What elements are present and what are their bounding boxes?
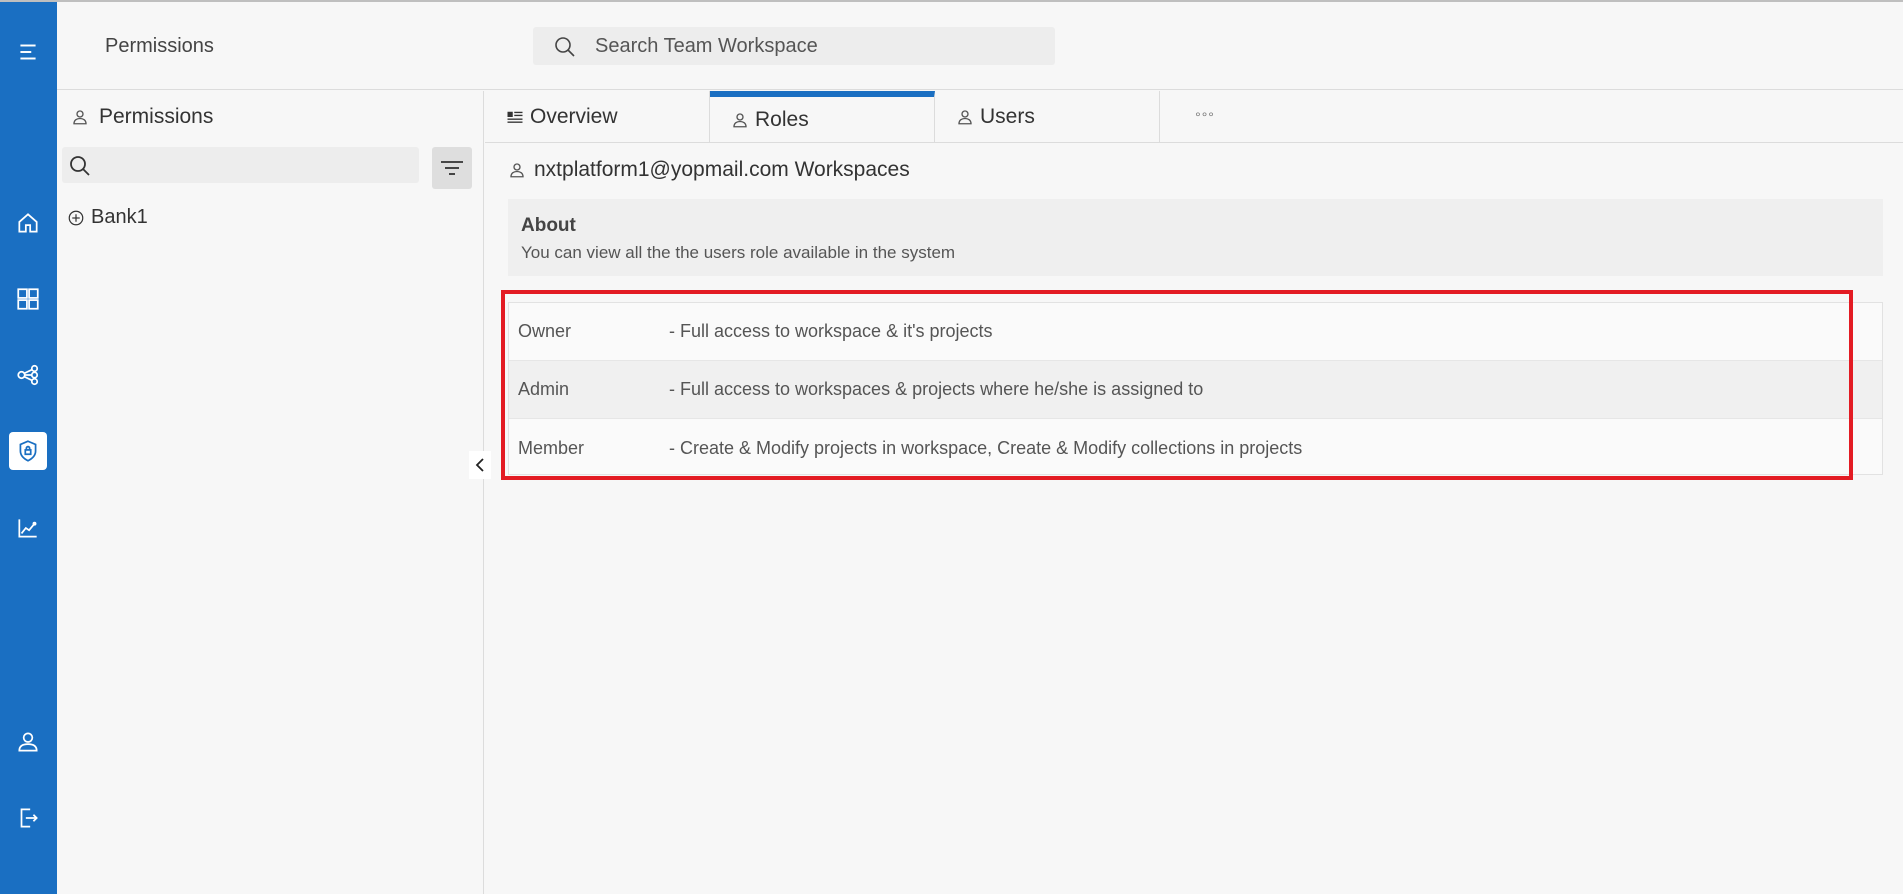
user-icon <box>958 110 972 125</box>
tab-roles-label: Roles <box>755 108 809 131</box>
panel-title: Permissions <box>71 105 213 129</box>
tab-users-label: Users <box>980 105 1035 128</box>
role-name: Member <box>518 437 585 458</box>
tab-overview-label: Overview <box>530 105 618 128</box>
about-section: About You can view all the the users rol… <box>508 199 1883 276</box>
tab-users[interactable]: Users <box>935 91 1160 143</box>
panel-search[interactable] <box>62 147 419 183</box>
logout-icon[interactable] <box>9 799 47 837</box>
user-icon <box>73 110 87 125</box>
workspace-search[interactable] <box>533 27 1055 65</box>
user-icon[interactable] <box>9 723 47 761</box>
about-text: You can view all the the users role avai… <box>521 243 956 262</box>
tree-item-label: Bank1 <box>91 206 148 228</box>
nav-rail <box>0 2 57 894</box>
share-nodes-icon[interactable] <box>9 356 47 394</box>
search-icon <box>555 37 575 57</box>
filter-icon <box>441 161 463 175</box>
role-name: Admin <box>518 379 570 399</box>
more-tabs-button[interactable]: °°° <box>1175 91 1235 143</box>
roles-table: Owner - Full access to workspace & it's … <box>508 302 1883 475</box>
collapse-panel-button[interactable] <box>469 451 491 479</box>
expand-plus-icon[interactable] <box>67 209 85 227</box>
overview-icon <box>507 111 523 123</box>
table-row: Owner - Full access to workspace & it's … <box>509 303 1882 361</box>
chevron-left-icon <box>475 458 484 472</box>
dashboard-icon[interactable] <box>9 280 47 318</box>
table-row: Admin - Full access to workspaces & proj… <box>509 361 1882 419</box>
tab-roles[interactable]: Roles <box>710 91 935 143</box>
role-description: - Create & Modify projects in workspace,… <box>669 437 1303 458</box>
workspace-title-label: nxtplatform1@yopmail.com Workspaces <box>534 158 910 181</box>
user-icon <box>733 113 747 128</box>
search-input[interactable] <box>595 31 1035 61</box>
panel-search-input[interactable] <box>98 150 408 180</box>
home-icon[interactable] <box>9 204 47 242</box>
tab-overview[interactable]: Overview <box>485 91 710 143</box>
tab-bar: Overview Roles Users °°° <box>485 91 1903 143</box>
role-description: - Full access to workspaces & projects w… <box>669 379 1204 399</box>
table-row: Member - Create & Modify projects in wor… <box>509 419 1882 477</box>
tree-item-bank1[interactable]: Bank1 <box>67 206 148 229</box>
menu-icon[interactable] <box>9 33 47 71</box>
top-header: Permissions <box>57 2 1903 90</box>
permissions-panel: Permissions Bank1 <box>57 91 484 894</box>
role-name: Owner <box>518 321 572 341</box>
filter-button[interactable] <box>432 147 472 189</box>
page-title: Permissions <box>105 35 214 57</box>
analytics-icon[interactable] <box>9 509 47 547</box>
about-title: About <box>521 215 576 236</box>
role-description: - Full access to workspace & it's projec… <box>669 321 993 341</box>
shield-lock-icon[interactable] <box>9 432 47 470</box>
panel-title-label: Permissions <box>99 105 214 128</box>
workspace-title: nxtplatform1@yopmail.com Workspaces <box>508 158 910 182</box>
search-icon <box>70 156 90 176</box>
user-icon <box>510 163 524 178</box>
